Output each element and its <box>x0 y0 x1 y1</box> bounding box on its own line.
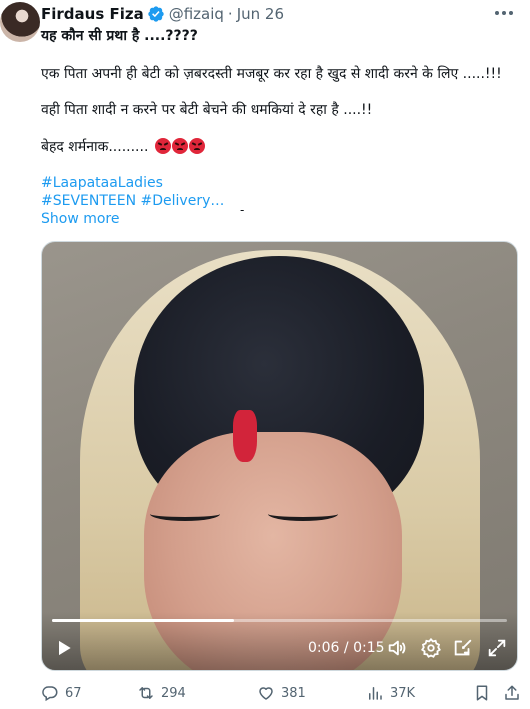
like-count: 381 <box>281 685 306 701</box>
video-duration: 0:15 <box>353 640 385 656</box>
angry-emoji-group <box>154 138 205 154</box>
share-button[interactable] <box>503 683 521 703</box>
bookmark-icon <box>476 685 488 701</box>
tweet-text-line-4-label: बेहद शर्मनाक......... <box>41 139 149 155</box>
verified-badge-icon <box>148 6 164 22</box>
hashtag-link-seventeen-delivery[interactable]: #SEVENTEEN #Delivery… <box>41 191 224 211</box>
author-name[interactable]: Firdaus Fiza <box>41 5 144 23</box>
video-time: 0:06 / 0:15 <box>308 640 385 656</box>
like-button[interactable]: 381 <box>257 683 306 703</box>
settings-icon[interactable] <box>420 637 442 659</box>
reply-button[interactable]: 67 <box>41 683 82 703</box>
views-icon <box>369 687 382 700</box>
repost-count: 294 <box>161 685 186 701</box>
tweet-text-line-3: वही पिता शादी न करने पर बेटी बेचने की धम… <box>41 102 373 118</box>
tweet-actions-bar: 67 294 381 37K <box>41 683 521 703</box>
reply-count: 67 <box>65 685 82 701</box>
volume-icon[interactable] <box>386 637 408 659</box>
post-date[interactable]: Jun 26 <box>237 5 284 23</box>
avatar[interactable] <box>0 2 40 42</box>
video-player[interactable]: 0:06 / 0:15 <box>41 241 518 671</box>
tweet-header: Firdaus Fiza @fizaiq · Jun 26 <box>41 4 284 24</box>
hashtag-link-laapataaladies[interactable]: #LaapataaLadies <box>41 173 163 193</box>
angry-face-emoji-icon <box>171 138 188 154</box>
video-frame-sindoor <box>233 410 257 462</box>
repost-icon <box>139 687 153 699</box>
tweet-text-line-2: एक पिता अपनी ही बेटी को ज़बरदस्ती मजबूर … <box>41 66 502 82</box>
video-frame-eye-right <box>268 507 338 521</box>
angry-face-emoji-icon <box>188 138 205 154</box>
video-frame-eye-left <box>150 507 220 521</box>
bookmark-button[interactable] <box>473 683 491 703</box>
author-handle[interactable]: @fizaiq <box>169 5 224 23</box>
views-button[interactable]: 37K <box>366 683 415 703</box>
show-more-link[interactable]: Show more <box>41 209 120 229</box>
like-icon <box>259 687 273 700</box>
more-icon[interactable] <box>494 6 514 20</box>
pip-icon[interactable] <box>452 637 474 659</box>
video-time-separator: / <box>339 640 354 656</box>
reply-icon <box>42 686 58 702</box>
tweet-text-line-1: यह कौन सी प्रथा है ....???? <box>41 28 198 44</box>
play-icon[interactable] <box>54 638 74 658</box>
tweet-text-line-4: बेहद शर्मनाक......... <box>41 137 205 157</box>
video-progress-fill <box>52 619 234 622</box>
views-count: 37K <box>390 685 416 701</box>
fullscreen-icon[interactable] <box>486 637 508 659</box>
video-current-time: 0:06 <box>308 640 340 656</box>
video-progress-bar[interactable] <box>52 619 507 622</box>
angry-face-emoji-icon <box>154 138 171 154</box>
stray-dash: - <box>240 203 245 217</box>
dot-separator: · <box>227 5 233 23</box>
repost-button[interactable]: 294 <box>137 683 186 703</box>
share-icon <box>505 685 519 700</box>
